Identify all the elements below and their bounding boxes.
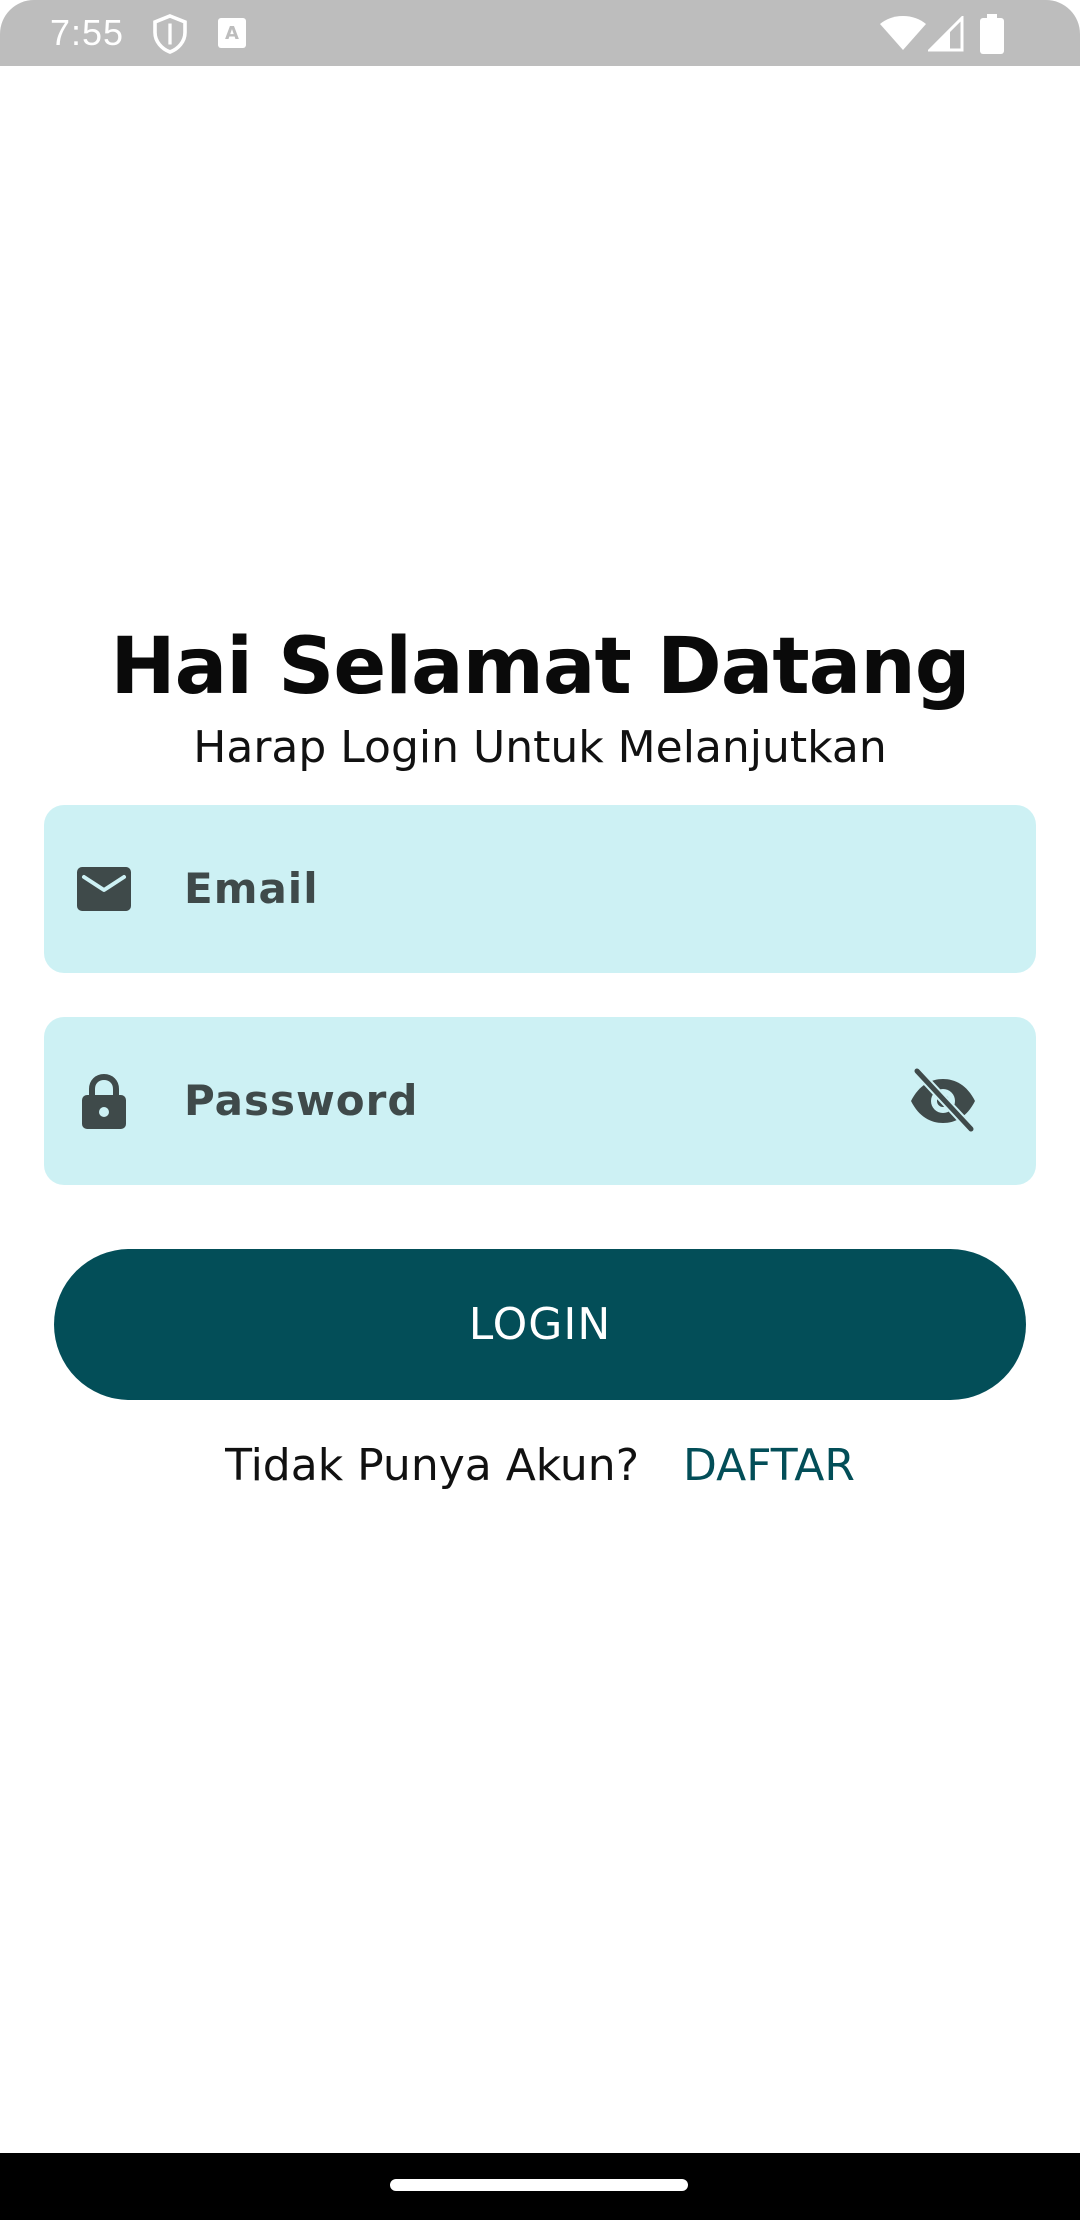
status-time: 7:55 — [50, 12, 125, 53]
login-button[interactable]: LOGIN — [54, 1249, 1026, 1400]
email-field[interactable] — [44, 805, 1036, 973]
email-input[interactable] — [184, 805, 884, 973]
keyboard-a-icon: A — [218, 18, 246, 48]
navigation-bar — [0, 2153, 1080, 2220]
mail-icon — [77, 867, 131, 911]
lock-icon — [82, 1073, 126, 1129]
password-field[interactable] — [44, 1017, 1036, 1185]
status-bar: 7:55 A — [0, 0, 1080, 66]
register-link[interactable]: DAFTAR — [683, 1440, 855, 1491]
register-question: Tidak Punya Akun? — [225, 1440, 640, 1491]
svg-text:A: A — [225, 23, 239, 44]
shield-icon — [153, 14, 187, 54]
battery-icon — [980, 14, 1004, 54]
login-screen: 7:55 A Hai Selamat Datang Harap Login Un… — [0, 0, 1080, 2220]
password-input[interactable] — [184, 1017, 884, 1185]
eye-off-icon[interactable] — [909, 1067, 977, 1135]
signal-icon — [928, 16, 964, 52]
page-title: Hai Selamat Datang — [110, 622, 970, 712]
page-subtitle: Harap Login Untuk Melanjutkan — [193, 722, 887, 773]
home-handle[interactable] — [390, 2179, 688, 2191]
wifi-icon — [880, 16, 926, 50]
register-row: Tidak Punya Akun? DAFTAR — [0, 1440, 1080, 1491]
